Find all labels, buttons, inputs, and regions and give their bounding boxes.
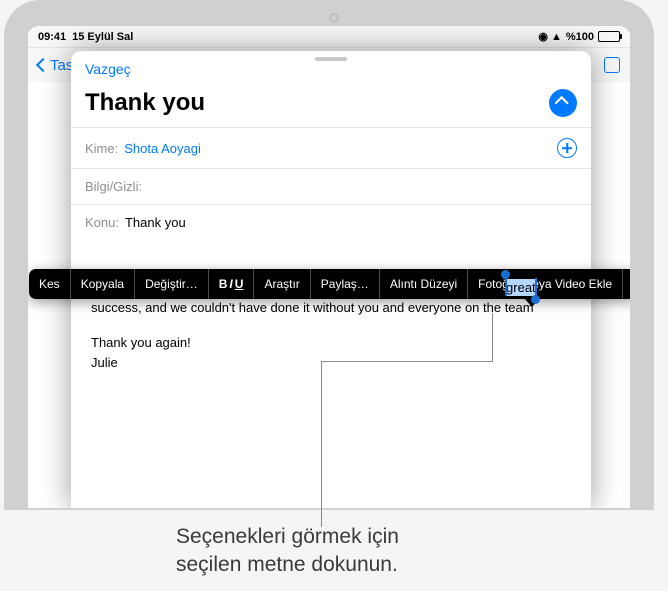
status-date: 15 Eylül Sal	[72, 31, 133, 43]
email-body[interactable]: Everything was perfect! Thanks so much f…	[71, 240, 591, 372]
subject-label: Konu:	[85, 215, 119, 230]
menu-insert-photo[interactable]: Fotoğraf veya Video Ekle	[468, 269, 623, 299]
send-button[interactable]	[549, 89, 577, 117]
compose-sheet: Vazgeç Thank you Kime: Shota Aoyagi Bilg…	[71, 51, 591, 509]
home-button-icon	[329, 13, 339, 23]
add-recipient-button[interactable]	[557, 138, 577, 158]
menu-biu[interactable]: BIU	[209, 269, 255, 299]
menu-share[interactable]: Paylaş…	[311, 269, 380, 299]
menu-more-icon[interactable]	[631, 279, 637, 289]
back-button[interactable]: Tas	[38, 57, 73, 74]
caption: Seçenekleri görmek için seçilen metne do…	[176, 523, 399, 580]
compose-title: Thank you	[85, 89, 205, 117]
screen: 09:41 15 Eylül Sal ◉ ▲ %100 Tas Vazgeç	[28, 26, 630, 508]
compose-icon[interactable]	[604, 57, 620, 73]
subject-value[interactable]: Thank you	[125, 215, 186, 230]
body-paragraph-2[interactable]: Thank you again!	[91, 333, 571, 353]
body-signature[interactable]: Julie	[91, 353, 571, 373]
cc-bcc-field[interactable]: Bilgi/Gizli:	[71, 168, 591, 204]
back-label: Tas	[50, 57, 73, 74]
caption-line-2: seçilen metne dokunun.	[176, 551, 399, 579]
caption-line-1: Seçenekleri görmek için	[176, 523, 399, 551]
chevron-left-icon	[36, 58, 50, 72]
menu-replace[interactable]: Değiştir…	[135, 269, 209, 299]
sheet-grabber[interactable]	[315, 57, 347, 61]
callout-line	[321, 361, 322, 527]
cc-label: Bilgi/Gizli:	[85, 179, 142, 194]
selection-handle-end[interactable]	[535, 278, 537, 296]
to-label: Kime:	[85, 141, 118, 156]
cancel-button[interactable]: Vazgeç	[85, 61, 131, 77]
menu-lookup[interactable]: Araştır	[254, 269, 310, 299]
arrow-up-icon	[555, 96, 569, 110]
ipad-device-frame: 09:41 15 Eylül Sal ◉ ▲ %100 Tas Vazgeç	[4, 0, 654, 510]
subject-field[interactable]: Konu: Thank you	[71, 204, 591, 240]
selection-handle-start[interactable]	[505, 278, 507, 296]
status-bar: 09:41 15 Eylül Sal ◉ ▲ %100	[28, 26, 630, 48]
menu-cut[interactable]: Kes	[29, 269, 71, 299]
to-value[interactable]: Shota Aoyagi	[124, 141, 201, 156]
wifi-icon: ◉ ▲	[538, 30, 562, 43]
text-context-menu: Kes Kopyala Değiştir… BIU Araştır Paylaş…	[29, 269, 637, 299]
battery-percent: %100	[566, 31, 594, 43]
text-selection[interactable]: great	[506, 279, 536, 296]
callout-line	[321, 361, 493, 362]
menu-copy[interactable]: Kopyala	[71, 269, 135, 299]
menu-quote-level[interactable]: Alıntı Düzeyi	[380, 269, 468, 299]
to-field[interactable]: Kime: Shota Aoyagi	[71, 127, 591, 168]
battery-icon	[598, 31, 620, 42]
status-time: 09:41	[38, 31, 66, 43]
callout-line	[492, 313, 493, 361]
